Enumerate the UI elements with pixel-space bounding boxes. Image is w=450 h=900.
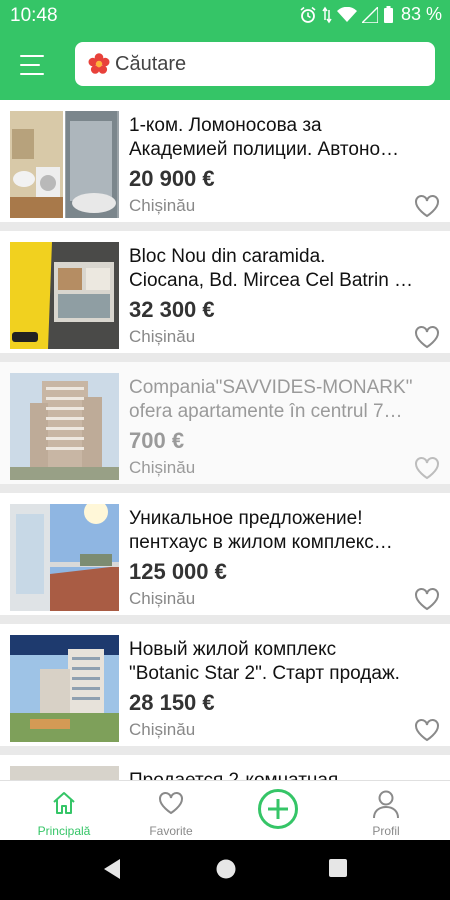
system-nav-bar [0, 840, 450, 900]
listing-price: 125 000 € [129, 559, 227, 584]
listing-title: Bloc Nou din caramida. Ciocana, Bd. Mirc… [129, 246, 414, 291]
recents-icon[interactable] [328, 858, 348, 878]
listing-photo [10, 766, 119, 780]
flower-logo-icon [88, 53, 110, 74]
listing-title: 1-ком. Ломоносова за Академией полиции. … [129, 115, 400, 160]
search-box[interactable] [75, 42, 435, 86]
menu-button[interactable] [14, 50, 48, 80]
back-icon[interactable] [102, 858, 122, 880]
listing-title: Уникальное предложение! пентхаус в жилом… [129, 508, 393, 553]
favorite-heart-icon[interactable] [414, 587, 440, 611]
listing-title: Compania"SAVVIDES-MONARK" ofera apartame… [129, 377, 413, 422]
listing-photo [10, 242, 119, 349]
listing-item[interactable]: Новый жилой комплекс "Botanic Star 2". С… [0, 624, 450, 746]
nav-favorites-label: Favorite [149, 824, 193, 838]
nav-home[interactable]: Principală [8, 781, 120, 841]
listing-title: Новый жилой комплекс "Botanic Star 2". С… [129, 639, 400, 684]
listing-city: Chișinău [129, 720, 196, 739]
add-circle-icon [258, 789, 298, 829]
listing-list[interactable]: 1-ком. Ломоносова за Академией полиции. … [0, 100, 450, 780]
status-bar: 10:48 83 % [0, 0, 450, 32]
status-time: 10:48 [10, 5, 58, 26]
favorite-heart-icon[interactable] [414, 456, 440, 480]
nav-add-button[interactable] [222, 781, 334, 841]
data-transfer-icon [322, 6, 332, 23]
menu-icon [20, 55, 44, 57]
user-icon [373, 790, 399, 819]
listing-city: Chișinău [129, 589, 196, 608]
search-input[interactable] [115, 52, 395, 76]
listing-item[interactable]: Уникальное предложение! пентхаус в жилом… [0, 493, 450, 615]
wifi-icon [336, 6, 357, 22]
status-icons: 83 % [299, 4, 442, 25]
listing-price: 700 € [129, 428, 185, 453]
heart-icon [159, 792, 183, 815]
listing-price: 20 900 € [129, 166, 215, 191]
listing-city: Chișinău [129, 196, 196, 215]
listing-title: Продается 2-комнатная [129, 769, 419, 780]
listing-price: 28 150 € [129, 690, 215, 715]
listing-city: Chișinău [129, 458, 196, 477]
listing-item[interactable]: 1-ком. Ломоносова за Академией полиции. … [0, 100, 450, 222]
app-bar [0, 32, 450, 100]
signal-icon [361, 6, 378, 23]
nav-profile[interactable]: Profil [330, 781, 442, 841]
listing-photo [10, 111, 119, 218]
battery-icon [383, 5, 393, 23]
alarm-icon [300, 6, 316, 23]
favorite-heart-icon[interactable] [414, 325, 440, 349]
listing-price: 32 300 € [129, 297, 215, 322]
listing-photo [10, 373, 119, 480]
bottom-nav: Principală Favorite Profil [0, 780, 450, 840]
listing-photo [10, 504, 119, 611]
nav-home-label: Principală [37, 824, 91, 838]
listing-item[interactable]: Продается 2-комнатная [0, 755, 450, 780]
listing-photo [10, 635, 119, 742]
favorite-heart-icon[interactable] [414, 194, 440, 218]
listing-item[interactable]: Bloc Nou din caramida. Ciocana, Bd. Mirc… [0, 231, 450, 353]
nav-profile-label: Profil [372, 824, 400, 838]
nav-favorites[interactable]: Favorite [115, 781, 227, 841]
home-icon [53, 792, 75, 814]
listing-item[interactable]: Compania"SAVVIDES-MONARK" ofera apartame… [0, 362, 450, 484]
battery-percent: 83 % [400, 4, 442, 24]
home-circle-icon[interactable] [215, 858, 237, 880]
listing-city: Chișinău [129, 327, 196, 346]
favorite-heart-icon[interactable] [414, 718, 440, 742]
